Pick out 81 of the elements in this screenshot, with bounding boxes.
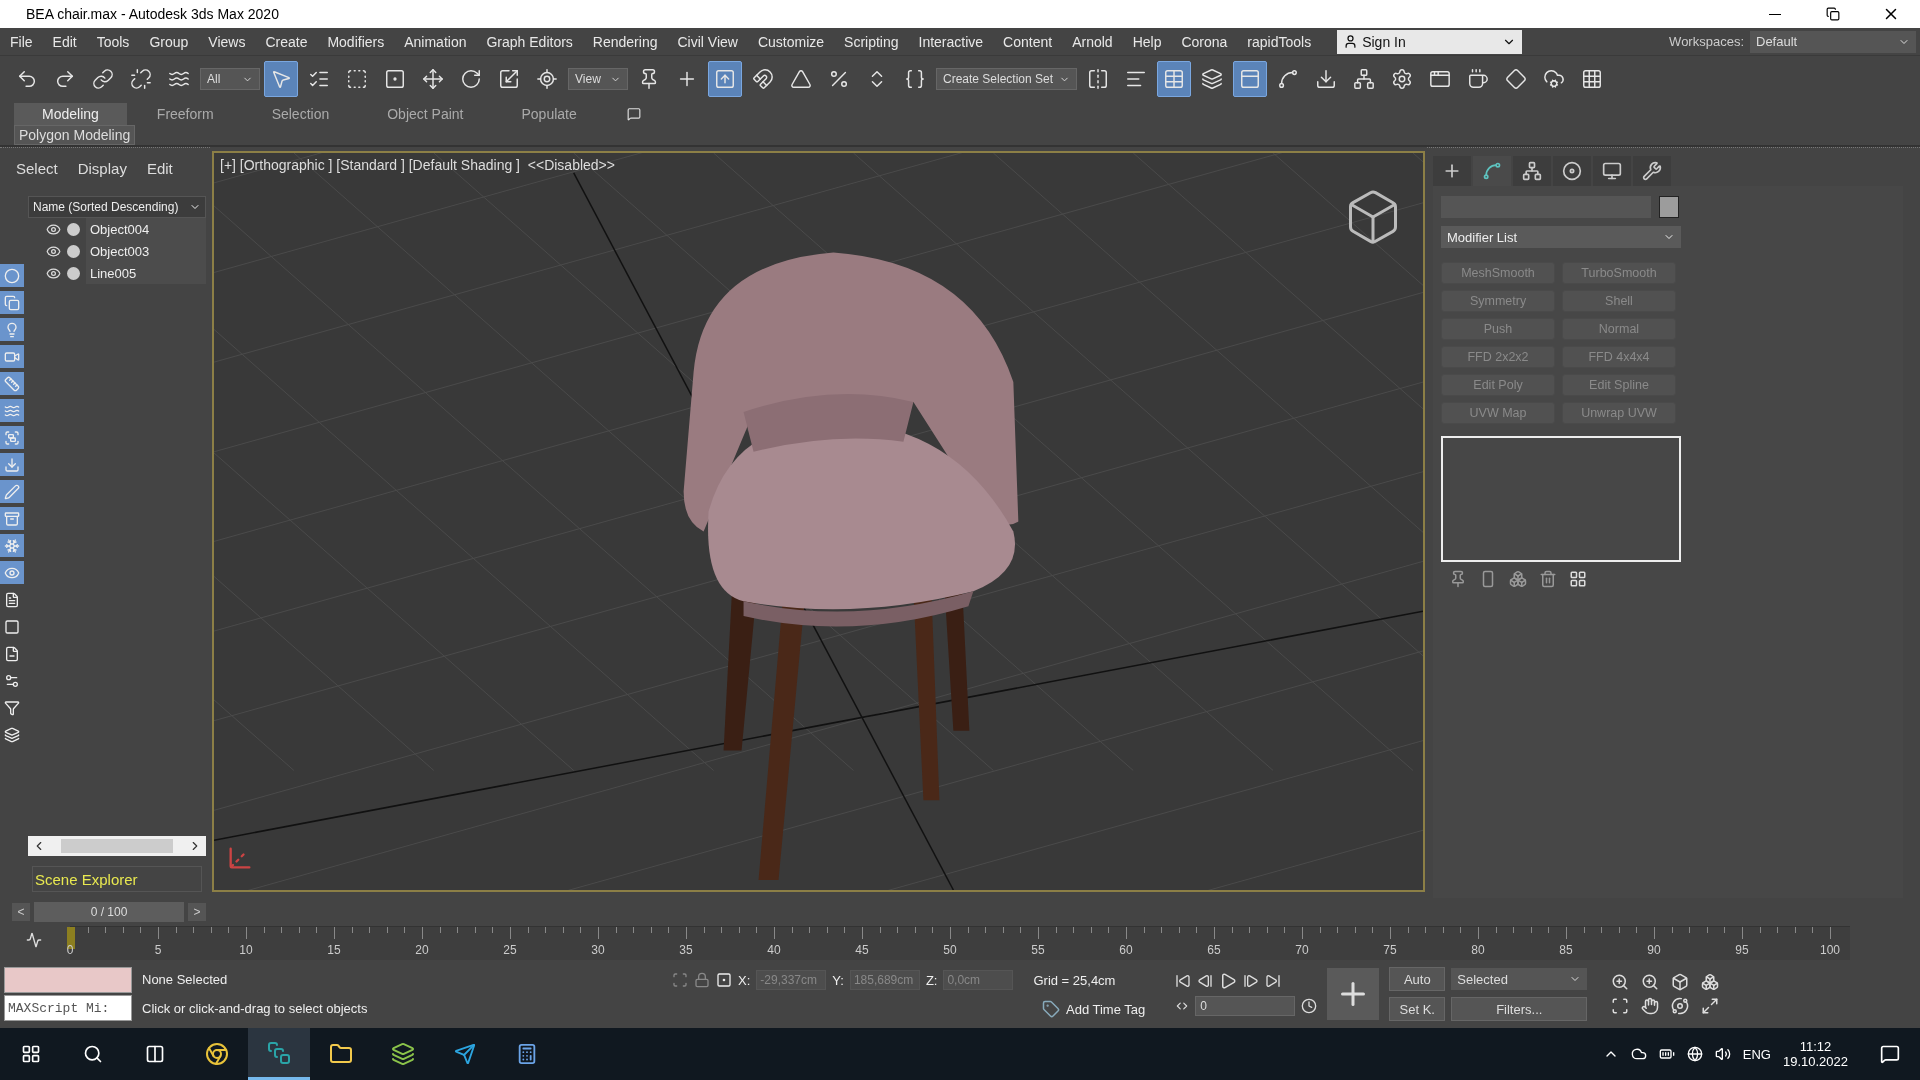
menu-item[interactable]: Rendering <box>582 33 668 50</box>
polygon-modeling-button[interactable]: Polygon Modeling <box>14 125 136 145</box>
frame-counter[interactable]: 0 / 100 <box>34 902 184 922</box>
menu-item[interactable]: Edit <box>42 33 87 50</box>
menu-item[interactable]: Corona <box>1171 33 1238 50</box>
frame-label: 25 <box>503 943 517 957</box>
clock-time[interactable]: 11:12 <box>1799 1039 1832 1054</box>
previous-frame-button[interactable]: < <box>12 903 30 921</box>
frame-label: 30 <box>591 943 605 957</box>
ribbon-tab[interactable]: Freeform <box>128 103 242 125</box>
y-label: Y: <box>832 972 844 988</box>
menu-item[interactable]: Interactive <box>908 33 994 50</box>
frame-label: 65 <box>1207 943 1221 957</box>
workspaces-dropdown[interactable]: Default <box>1750 30 1916 53</box>
toolbar-dropdown[interactable]: Create Selection Set <box>936 68 1078 90</box>
frame-label: 70 <box>1295 943 1309 957</box>
language-indicator[interactable]: ENG <box>1742 1046 1771 1062</box>
menu-item[interactable]: Create <box>255 33 318 50</box>
menu-item[interactable]: Views <box>198 33 256 50</box>
ribbon-tab[interactable]: Modeling <box>14 103 127 125</box>
frame-label: 50 <box>943 943 957 957</box>
ribbon-tab[interactable]: Populate <box>493 103 605 125</box>
menu-item[interactable]: Help <box>1122 33 1172 50</box>
key-filters-button[interactable]: Filters... <box>1451 997 1588 1021</box>
ribbon-tab[interactable]: Object Paint <box>359 103 492 125</box>
viewport-label[interactable]: [+] [Orthographic ] [Standard ] [Default Shading ] <<Disabled>> <box>220 157 615 173</box>
x-label: X: <box>738 972 751 988</box>
menu-item[interactable]: rapidTools <box>1237 33 1322 50</box>
grid-size: Grid = 25,4cm <box>1033 972 1116 988</box>
object-row[interactable]: Line005 <box>86 262 206 284</box>
toolbar-dropdown[interactable]: All <box>200 68 260 90</box>
current-frame-field[interactable]: 0 <box>1195 996 1296 1016</box>
menu-item[interactable]: Customize <box>747 33 835 50</box>
toolbar-dropdown[interactable]: View <box>568 68 628 90</box>
explorer-menu-item[interactable]: Display <box>69 159 135 177</box>
auto-key-button[interactable]: Auto <box>1389 967 1446 991</box>
menu-item[interactable]: Content <box>993 33 1063 50</box>
modifier-list-dropdown[interactable]: Modifier List <box>1441 226 1681 248</box>
next-frame-button[interactable]: > <box>188 903 206 921</box>
menu-item[interactable]: File <box>0 33 43 50</box>
menu-item[interactable]: Modifiers <box>317 33 395 50</box>
key-filter-dropdown[interactable]: Selected <box>1451 968 1588 990</box>
frame-label: 55 <box>1031 943 1045 957</box>
frame-label: 10 <box>239 943 253 957</box>
clock-date[interactable]: 19.10.2022 <box>1782 1054 1848 1069</box>
menu-item[interactable]: Group <box>139 33 199 50</box>
frame-label: 95 <box>1735 943 1749 957</box>
frame-label: 45 <box>855 943 869 957</box>
frame-label: 90 <box>1647 943 1661 957</box>
maxscript-field[interactable]: MAXScript Mi: <box>4 995 132 1021</box>
frame-label: 35 <box>679 943 693 957</box>
frame-label: 85 <box>1559 943 1573 957</box>
frame-label: 5 <box>154 943 162 957</box>
frame-label: 20 <box>415 943 429 957</box>
sign-in-dropdown[interactable]: Sign In <box>1337 29 1523 54</box>
frame-label: 60 <box>1119 943 1133 957</box>
add-time-tag[interactable]: Add Time Tag <box>1066 1001 1146 1017</box>
workspaces-label: Workspaces: <box>1669 34 1745 49</box>
menu-item[interactable]: Scripting <box>834 33 909 50</box>
frame-label: 100 <box>1820 943 1840 957</box>
object-row[interactable]: Object003 <box>86 240 206 262</box>
menu-item[interactable]: Tools <box>86 33 140 50</box>
explorer-menu-item[interactable]: Select <box>8 159 66 177</box>
frame-label: 80 <box>1471 943 1485 957</box>
menu-item[interactable]: Graph Editors <box>476 33 583 50</box>
explorer-title: Scene Explorer <box>32 866 202 892</box>
object-row[interactable]: Object004 <box>86 218 206 240</box>
menu-item[interactable]: Civil View <box>667 33 748 50</box>
frame-label: 15 <box>327 943 341 957</box>
z-label: Z: <box>925 972 938 988</box>
selection-status: None Selected <box>142 972 229 987</box>
explorer-menu-item[interactable]: Edit <box>138 159 181 177</box>
menu-item[interactable]: Arnold <box>1062 33 1123 50</box>
window-title: BEA chair.max - Autodesk 3ds Max 2020 <box>26 6 279 22</box>
menu-item[interactable]: Animation <box>394 33 477 50</box>
frame-label: 40 <box>767 943 781 957</box>
prompt-text: Click or click-and-drag to select objects <box>142 1001 369 1016</box>
ribbon-tab[interactable]: Selection <box>243 103 358 125</box>
column-header[interactable]: Name (Sorted Descending) <box>28 196 206 218</box>
set-key-mode-button[interactable]: Set K. <box>1389 997 1446 1021</box>
frame-label: 75 <box>1383 943 1397 957</box>
